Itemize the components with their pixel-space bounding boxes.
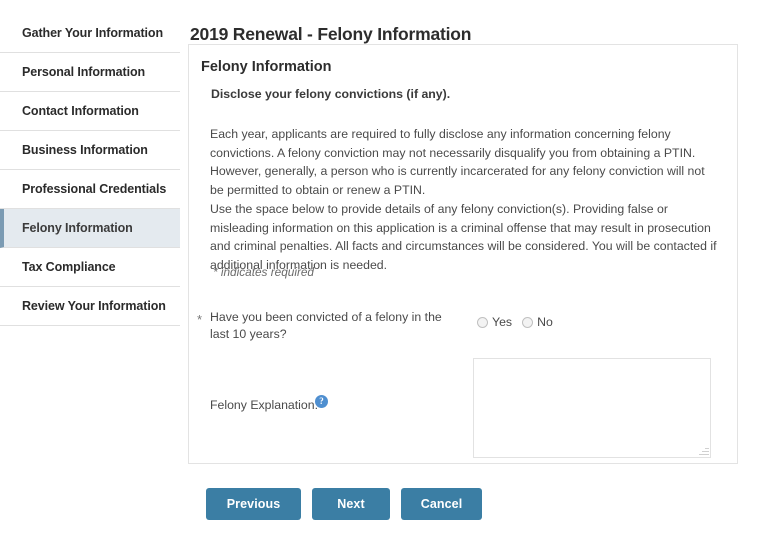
radio-label-yes: Yes [492, 315, 513, 329]
sidebar-item-label: Tax Compliance [22, 260, 116, 274]
sidebar-item-gather-your-information[interactable]: Gather Your Information [0, 14, 180, 53]
sidebar-item-contact-information[interactable]: Contact Information [0, 92, 180, 131]
radio-option-yes[interactable]: Yes [477, 315, 512, 329]
help-icon[interactable]: ? [315, 395, 328, 408]
application-page: Gather Your Information Personal Informa… [0, 0, 768, 552]
sidebar-item-personal-information[interactable]: Personal Information [0, 53, 180, 92]
sidebar-item-label: Business Information [22, 143, 148, 157]
previous-button[interactable]: Previous [206, 488, 301, 520]
radio-button-no[interactable] [522, 316, 534, 328]
sidebar-item-tax-compliance[interactable]: Tax Compliance [0, 248, 180, 287]
sidebar-item-label: Review Your Information [22, 299, 166, 313]
radio-option-no[interactable]: No [522, 315, 553, 329]
required-field-note: * indicates required [213, 265, 314, 279]
sidebar-item-review-your-information[interactable]: Review Your Information [0, 287, 180, 326]
disclosure-paragraph-1: Each year, applicants are required to fu… [210, 127, 705, 197]
required-asterisk: * [197, 312, 203, 327]
resize-handle-icon[interactable] [698, 445, 709, 456]
sidebar-item-felony-information[interactable]: Felony Information [0, 209, 180, 248]
sidebar-item-label: Contact Information [22, 104, 139, 118]
felony-explanation-label: Felony Explanation: [210, 398, 319, 412]
felony-question-label: Have you been convicted of a felony in t… [210, 310, 442, 341]
felony-information-panel: Felony Information Disclose your felony … [188, 44, 738, 464]
sidebar-item-business-information[interactable]: Business Information [0, 131, 180, 170]
cancel-button[interactable]: Cancel [401, 488, 482, 520]
sidebar-item-label: Professional Credentials [22, 182, 167, 196]
sidebar-item-label: Felony Information [22, 221, 133, 235]
next-button[interactable]: Next [312, 488, 390, 520]
sidebar-navigation: Gather Your Information Personal Informa… [0, 14, 180, 326]
felony-explanation-textarea[interactable] [473, 358, 711, 458]
radio-button-yes[interactable] [477, 316, 488, 328]
sidebar-item-label: Gather Your Information [22, 26, 163, 40]
form-action-buttons: Previous Next Cancel [206, 488, 482, 520]
radio-label-no: No [537, 315, 553, 329]
felony-question-radio-group: Yes No [477, 315, 553, 329]
page-title: 2019 Renewal - Felony Information [190, 23, 472, 44]
sidebar-item-professional-credentials[interactable]: Professional Credentials [0, 170, 180, 209]
disclosure-paragraph-2: Use the space below to provide details o… [210, 202, 717, 272]
panel-subheading: Disclose your felony convictions (if any… [211, 87, 451, 101]
panel-heading: Felony Information [201, 59, 332, 75]
sidebar-item-label: Personal Information [22, 65, 146, 79]
